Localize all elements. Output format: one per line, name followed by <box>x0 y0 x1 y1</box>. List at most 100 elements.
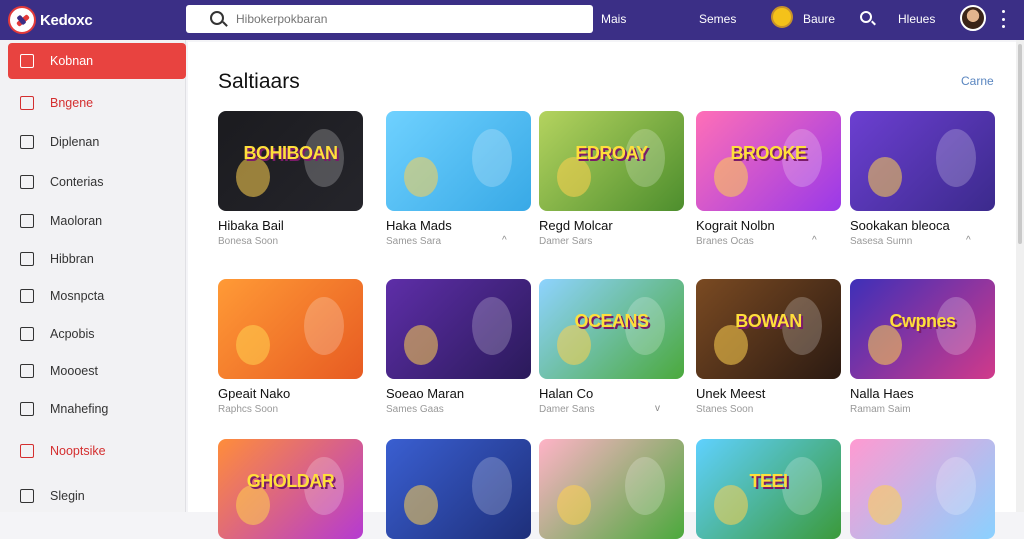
game-title[interactable]: Kograit Nolbn <box>696 218 775 233</box>
sidebar-item-2[interactable]: Bngene <box>8 85 186 121</box>
thumbnail-logo-text: GHOLDAR <box>246 471 335 491</box>
game-card[interactable]: Gpeait Nako Raphcs Soon <box>218 279 368 415</box>
character-shape <box>625 457 665 515</box>
scrollbar[interactable] <box>1016 40 1024 512</box>
game-title[interactable]: Gpeait Nako <box>218 386 290 401</box>
game-title[interactable]: Unek Meest <box>696 386 765 401</box>
game-card[interactable]: BOWAN Unek Meest Stanes Soon <box>696 279 846 415</box>
avatar[interactable] <box>960 5 986 31</box>
app-logo[interactable]: Kedoxc <box>8 6 93 34</box>
game-card[interactable] <box>386 439 536 539</box>
game-card[interactable] <box>539 439 689 539</box>
search-bar[interactable] <box>186 5 593 33</box>
game-thumbnail[interactable] <box>850 111 995 211</box>
game-thumbnail[interactable]: BROOKE <box>696 111 841 211</box>
game-subtitle: Ramam Saim <box>850 404 911 415</box>
character-shape <box>304 297 344 355</box>
game-card[interactable]: TEEI <box>696 439 846 539</box>
thumbnail-logo-text: BOHIBOAN <box>243 143 339 163</box>
see-all-link[interactable]: Carne <box>961 74 994 88</box>
nav-link-1[interactable]: Mais <box>601 12 626 26</box>
game-card[interactable]: OCEANS Halan Co Damer Sans v <box>539 279 689 415</box>
game-thumbnail[interactable] <box>386 111 531 211</box>
search-icon[interactable] <box>860 11 872 23</box>
chevron-down-icon[interactable]: v <box>655 403 660 414</box>
game-title[interactable]: Nalla Haes <box>850 386 914 401</box>
character-shape <box>868 485 902 525</box>
game-card[interactable]: BROOKE Kograit Nolbn Branes Ocas ^ <box>696 111 846 247</box>
character-shape <box>472 457 512 515</box>
game-title[interactable]: Sookakan bleoca <box>850 218 950 233</box>
people-icon <box>20 175 34 189</box>
sidebar-item-4[interactable]: Conterias <box>8 164 186 200</box>
sidebar-item-label: Acpobis <box>50 327 95 341</box>
game-thumbnail[interactable]: GHOLDAR <box>218 439 363 539</box>
nav-link-3[interactable]: Baure <box>803 12 835 26</box>
more-icon[interactable] <box>1001 10 1005 28</box>
sidebar-item-1[interactable]: Kobnan <box>8 43 186 79</box>
game-subtitle: Sasesa Sumn <box>850 236 913 247</box>
game-title[interactable]: Regd Molcar <box>539 218 613 233</box>
game-card[interactable]: Sookakan bleoca Sasesa Sumn ^ <box>850 111 1000 247</box>
nav-link-2[interactable]: Semes <box>699 12 736 26</box>
thumbnail-logo-text: Cwpnes <box>889 311 956 331</box>
game-thumbnail[interactable] <box>218 279 363 379</box>
sidebar-item-7[interactable]: Mosnpcta <box>8 278 186 314</box>
chevron-up-icon[interactable]: ^ <box>966 235 971 246</box>
sidebar-item-label: Maoloran <box>50 214 103 228</box>
game-title[interactable]: Hibaka Bail <box>218 218 284 233</box>
character-shape <box>404 157 438 197</box>
logo-icon <box>8 6 36 34</box>
game-title[interactable]: Haka Mads <box>386 218 452 233</box>
chat-icon <box>20 135 34 149</box>
character-shape <box>472 129 512 187</box>
game-subtitle: Bonesa Soon <box>218 236 279 247</box>
game-thumbnail[interactable]: BOWAN <box>696 279 841 379</box>
game-thumbnail[interactable]: Cwpnes <box>850 279 995 379</box>
game-subtitle: Damer Sans <box>539 404 595 415</box>
list-icon <box>20 402 34 416</box>
game-card[interactable]: Soeao Maran Sames Gaas <box>386 279 536 415</box>
game-thumbnail[interactable] <box>850 439 995 539</box>
search-input[interactable] <box>236 12 576 26</box>
sidebar-item-10[interactable]: Mnahefing <box>8 391 186 427</box>
game-subtitle: Sames Sara <box>386 236 442 247</box>
chevron-up-icon[interactable]: ^ <box>812 235 817 246</box>
game-card[interactable]: GHOLDAR <box>218 439 368 539</box>
game-card[interactable]: Cwpnes Nalla Haes Ramam Saim <box>850 279 1000 415</box>
sidebar-item-11[interactable]: Nooptsike <box>8 433 186 469</box>
thumbnail-logo-text: TEEI <box>749 471 788 491</box>
thumbnail-logo-text: OCEANS <box>574 311 649 331</box>
sidebar-item-6[interactable]: Hibbran <box>8 241 186 277</box>
nav-link-4[interactable]: Hleues <box>898 12 935 26</box>
game-thumbnail[interactable]: OCEANS <box>539 279 684 379</box>
scrollbar-thumb[interactable] <box>1018 44 1022 244</box>
character-shape <box>404 325 438 365</box>
game-title[interactable]: Soeao Maran <box>386 386 464 401</box>
game-card[interactable]: BOHIBOAN Hibaka Bail Bonesa Soon <box>218 111 368 247</box>
game-card[interactable]: EDROAY Regd Molcar Damer Sars <box>539 111 689 247</box>
sidebar-item-label: Moooest <box>50 364 98 378</box>
game-thumbnail[interactable] <box>539 439 684 539</box>
sidebar-item-8[interactable]: Acpobis <box>8 316 186 352</box>
game-title[interactable]: Halan Co <box>539 386 593 401</box>
sidebar-item-3[interactable]: Diplenan <box>8 124 186 160</box>
sidebar-item-5[interactable]: Maoloran <box>8 203 186 239</box>
game-thumbnail[interactable]: EDROAY <box>539 111 684 211</box>
chevron-up-icon[interactable]: ^ <box>502 235 507 246</box>
game-thumbnail[interactable]: BOHIBOAN <box>218 111 363 211</box>
game-card[interactable] <box>850 439 1000 539</box>
game-thumbnail[interactable] <box>386 279 531 379</box>
coin-icon[interactable] <box>771 6 793 28</box>
sidebar-item-label: Hibbran <box>50 252 94 266</box>
game-thumbnail[interactable] <box>386 439 531 539</box>
game-card[interactable]: Haka Mads Sames Sara ^ <box>386 111 536 247</box>
character-shape <box>404 485 438 525</box>
sidebar-item-label: Bngene <box>50 96 94 110</box>
sidebar-item-9[interactable]: Moooest <box>8 353 186 389</box>
sidebar-item-label: Mosnpcta <box>50 289 105 303</box>
game-thumbnail[interactable]: TEEI <box>696 439 841 539</box>
sidebar-item-12[interactable]: Slegin <box>8 478 186 514</box>
top-bar: Kedoxc Mais Semes Baure Hleues <box>0 0 1024 40</box>
search-icon <box>210 11 224 25</box>
